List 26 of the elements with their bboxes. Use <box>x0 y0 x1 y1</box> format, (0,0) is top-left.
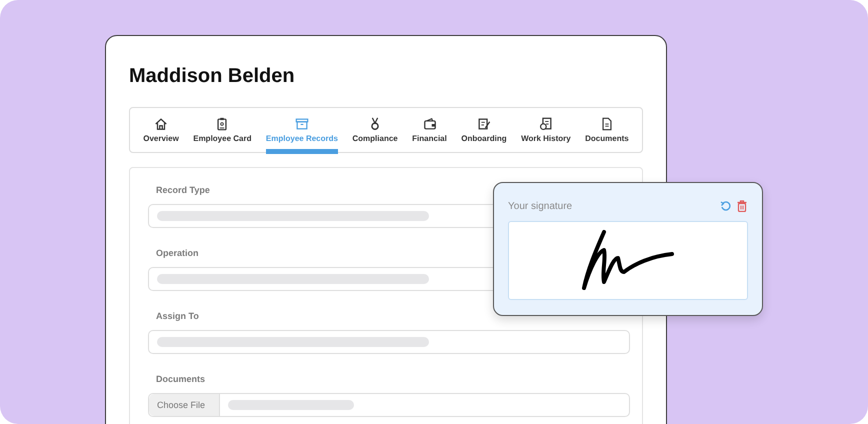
signature-title: Your signature <box>508 200 572 212</box>
document-pen-icon <box>476 117 491 131</box>
tab[interactable]: Onboarding <box>461 108 507 154</box>
house-icon <box>154 117 168 131</box>
signature-pad[interactable] <box>508 221 748 300</box>
archive-box-icon <box>294 117 309 131</box>
choose-file-button[interactable]: Choose File <box>149 394 220 416</box>
document-clock-icon <box>538 117 553 131</box>
tab[interactable]: Employee Card <box>193 108 252 154</box>
tab[interactable]: Documents <box>585 108 629 154</box>
id-badge-icon <box>215 117 230 131</box>
input-field[interactable] <box>148 330 630 354</box>
employee-name: Maddison Belden <box>129 64 296 88</box>
undo-icon[interactable] <box>720 200 732 212</box>
field-label: Assign To <box>156 311 200 322</box>
tab[interactable]: Financial <box>412 108 447 154</box>
wallet-icon <box>422 117 437 131</box>
tab[interactable]: Work History <box>521 108 571 154</box>
document-icon <box>600 117 614 131</box>
trash-icon[interactable] <box>736 200 748 212</box>
file-input-field[interactable]: Choose File <box>148 393 630 417</box>
field-label: Operation <box>156 248 200 259</box>
tab[interactable]: Compliance <box>352 108 398 154</box>
tab[interactable]: Overview <box>143 108 179 154</box>
field-label: Record Type <box>156 185 211 196</box>
field-label: Documents <box>156 374 206 385</box>
